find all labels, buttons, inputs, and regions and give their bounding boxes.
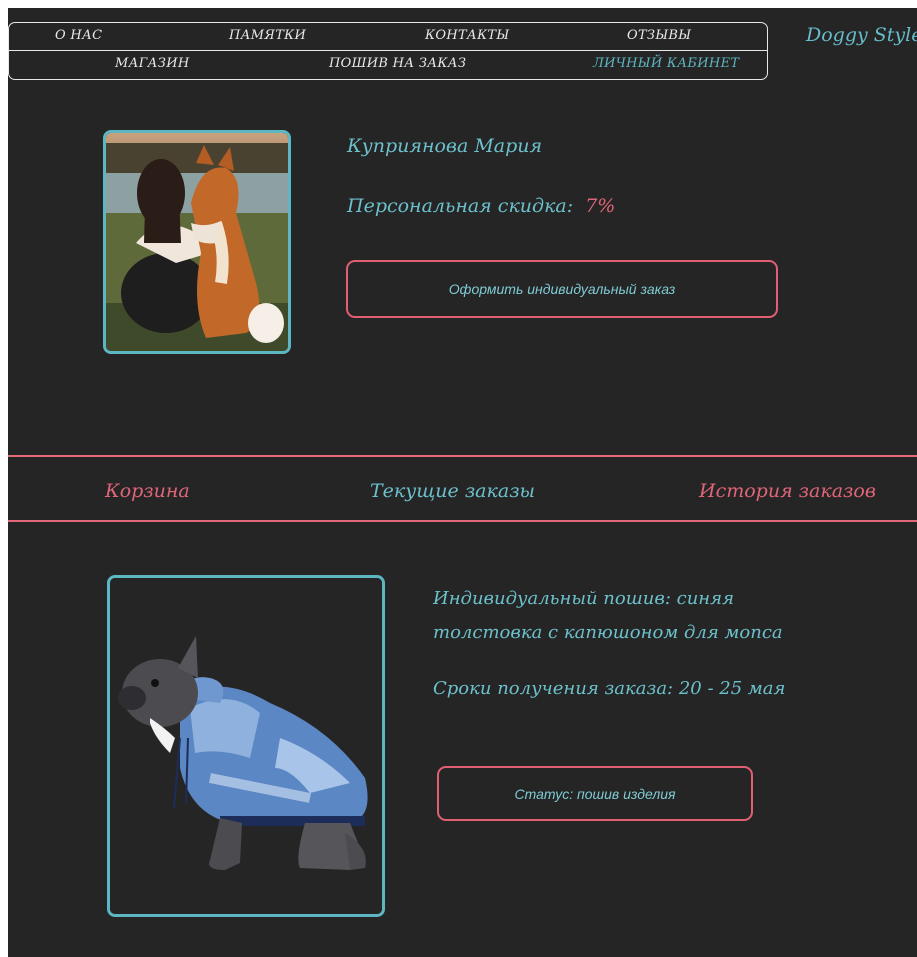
profile-name: Куприянова Мария	[347, 135, 543, 157]
order-title: Индивидуальный пошив: синяя толстовка с …	[433, 582, 853, 650]
order-delivery-dates: Сроки получения заказа: 20 - 25 мая	[433, 678, 786, 699]
tabs-top-divider	[8, 455, 917, 457]
tab-current-orders[interactable]: Текущие заказы	[370, 480, 535, 502]
brand-logo[interactable]: Doggy Style	[806, 24, 917, 46]
nav-item-reviews[interactable]: ОТЗЫВЫ	[627, 28, 691, 43]
nav-item-memos[interactable]: ПАМЯТКИ	[229, 28, 306, 43]
profile-photo	[103, 130, 291, 354]
discount-label: Персональная скидка:	[347, 195, 574, 217]
order-title-line2: толстовка с капюшоном для мопса	[433, 622, 783, 643]
tabs-bottom-divider	[8, 520, 917, 522]
profile-photo-woman-with-dog-icon	[106, 133, 288, 351]
tab-cart[interactable]: Корзина	[105, 480, 190, 502]
discount-row: Персональная скидка: 7%	[347, 195, 615, 217]
nav-item-about[interactable]: О НАС	[55, 28, 102, 43]
order-title-line1: Индивидуальный пошив: синяя	[433, 588, 734, 609]
order-status-button[interactable]: Статус: пошив изделия	[437, 766, 753, 821]
tab-order-history[interactable]: История заказов	[699, 480, 876, 502]
french-bulldog-in-hoodie-icon	[110, 578, 382, 914]
nav-item-personal-cabinet[interactable]: ЛИЧНЫЙ КАБИНЕТ	[593, 56, 739, 71]
personal-cabinet-page: О НАС ПАМЯТКИ КОНТАКТЫ ОТЗЫВЫ МАГАЗИН ПО…	[8, 8, 917, 957]
nav-item-shop[interactable]: МАГАЗИН	[115, 56, 189, 71]
nav-item-contacts[interactable]: КОНТАКТЫ	[425, 28, 510, 43]
nav-divider	[9, 50, 767, 51]
nav-item-custom-tailoring[interactable]: ПОШИВ НА ЗАКАЗ	[329, 56, 466, 71]
top-navigation: О НАС ПАМЯТКИ КОНТАКТЫ ОТЗЫВЫ МАГАЗИН ПО…	[8, 22, 768, 80]
discount-value: 7%	[585, 195, 616, 217]
individual-order-button[interactable]: Оформить индивидуальный заказ	[346, 260, 778, 318]
order-item-photo	[107, 575, 385, 917]
